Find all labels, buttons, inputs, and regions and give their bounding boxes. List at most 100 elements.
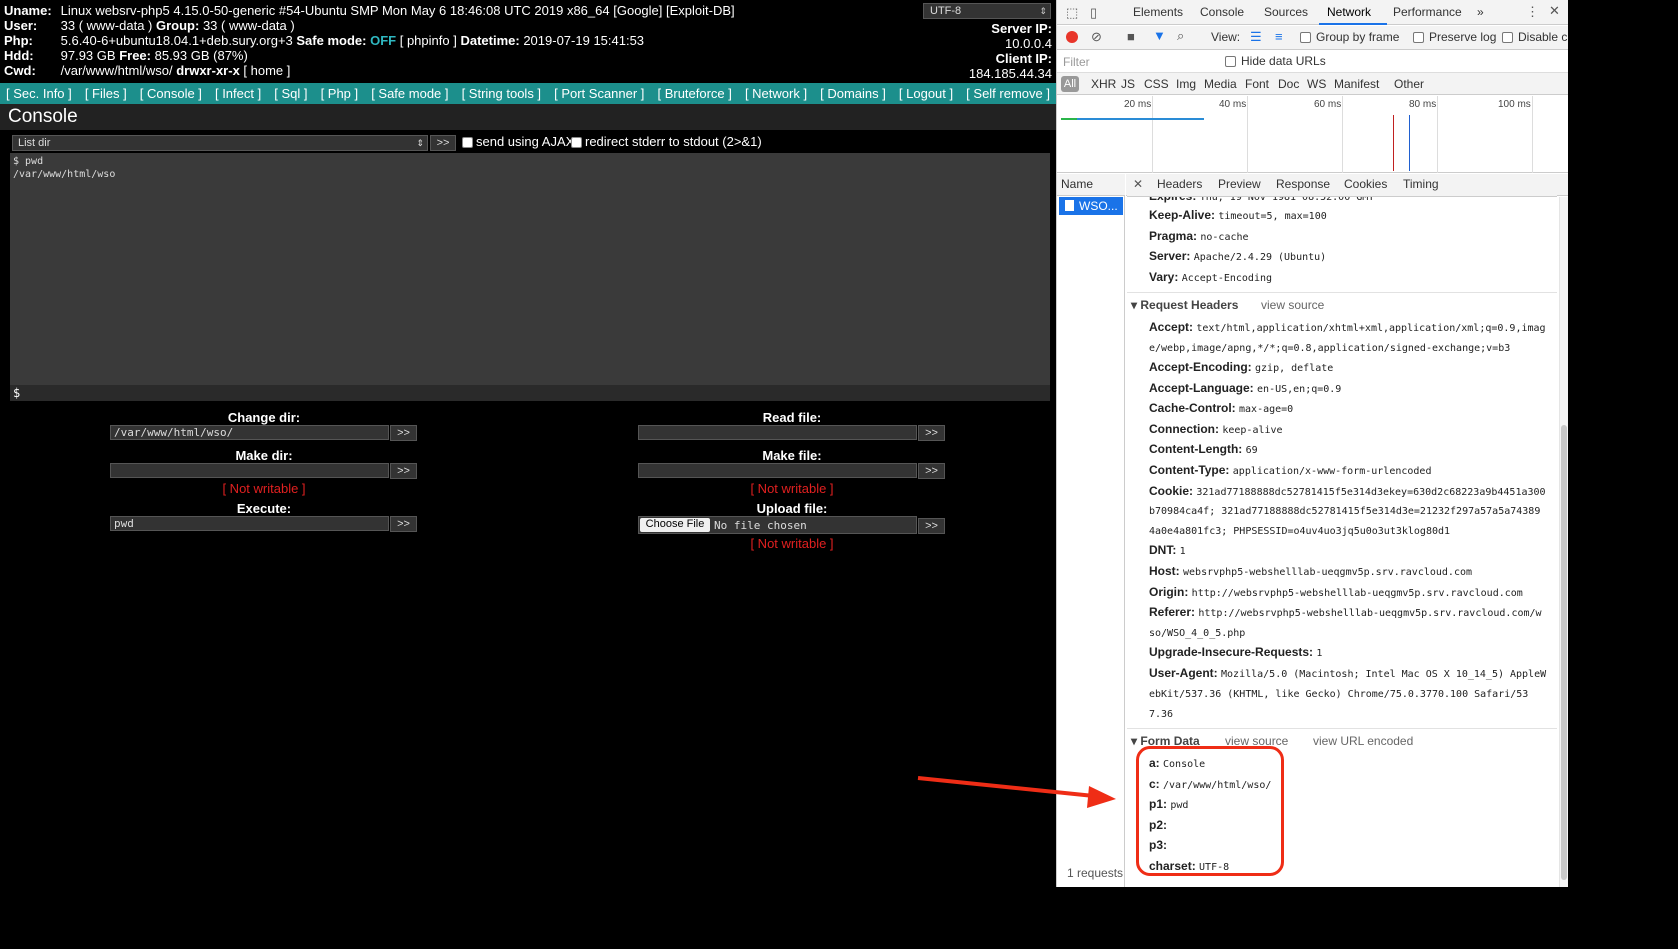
- home-link[interactable]: [ home ]: [243, 63, 290, 78]
- make-file-label: Make file:: [762, 448, 822, 463]
- execute-button[interactable]: >>: [390, 516, 417, 532]
- datetime-label: Datetime:: [460, 33, 520, 48]
- upload-file-button[interactable]: >>: [918, 518, 945, 534]
- list-view-icon[interactable]: ☰: [1250, 30, 1262, 44]
- camera-icon[interactable]: ■: [1127, 30, 1135, 44]
- request-headers-section[interactable]: ▾ Request Headers: [1131, 298, 1238, 312]
- header-value: gzip, deflate: [1255, 363, 1334, 374]
- disable-cache-checkbox[interactable]: [1502, 32, 1513, 43]
- type-all[interactable]: All: [1061, 76, 1079, 92]
- document-icon: [1065, 200, 1074, 211]
- charset-select[interactable]: UTF-8 ⇕: [923, 3, 1051, 19]
- tab-performance[interactable]: Performance: [1393, 5, 1462, 19]
- exploit-links[interactable]: [Google] [Exploit-DB]: [613, 3, 734, 18]
- change-dir-input[interactable]: /var/www/html/wso/: [110, 425, 389, 440]
- ajax-checkbox[interactable]: [462, 137, 473, 148]
- cwd-value[interactable]: /var/www/html/wso/: [61, 63, 173, 78]
- user-label: User:: [4, 18, 38, 33]
- phpinfo-link[interactable]: [ phpinfo ]: [400, 33, 457, 48]
- choose-file-button[interactable]: Choose File: [640, 518, 710, 532]
- console-prompt-input[interactable]: $: [10, 385, 1050, 401]
- close-detail-icon[interactable]: ✕: [1133, 177, 1143, 191]
- free-value: 85.93 GB (87%): [154, 48, 248, 63]
- hide-data-urls-label: Hide data URLs: [1241, 54, 1326, 68]
- form-data-view-url-encoded[interactable]: view URL encoded: [1313, 734, 1413, 748]
- tick-60ms: 60 ms: [1314, 99, 1342, 110]
- filter-icon[interactable]: ▼: [1153, 29, 1166, 43]
- tab-network[interactable]: Network: [1327, 5, 1371, 19]
- more-tabs-icon[interactable]: »: [1477, 5, 1484, 19]
- menu-domains[interactable]: [ Domains ]: [820, 86, 886, 101]
- menu-sec-info[interactable]: [ Sec. Info ]: [6, 86, 72, 101]
- make-file-input[interactable]: [638, 463, 917, 478]
- tab-elements[interactable]: Elements: [1133, 5, 1183, 19]
- read-file-button[interactable]: >>: [918, 425, 945, 441]
- type-ws[interactable]: WS: [1307, 77, 1326, 91]
- tab-cookies[interactable]: Cookies: [1344, 177, 1387, 191]
- request-list: [1057, 174, 1125, 887]
- read-file-input[interactable]: [638, 425, 917, 440]
- stderr-checkbox[interactable]: [571, 137, 582, 148]
- menu-console[interactable]: [ Console ]: [140, 86, 202, 101]
- group-by-frame-checkbox[interactable]: [1300, 32, 1311, 43]
- menu-self-remove[interactable]: [ Self remove ]: [966, 86, 1050, 101]
- safe-mode-label: Safe mode:: [296, 33, 367, 48]
- header-value: Apache/2.4.29 (Ubuntu): [1193, 252, 1327, 263]
- tab-timing[interactable]: Timing: [1403, 177, 1439, 191]
- name-column-header[interactable]: Name: [1057, 174, 1125, 196]
- record-icon[interactable]: [1066, 31, 1078, 43]
- menu-string-tools[interactable]: [ String tools ]: [462, 86, 541, 101]
- safe-mode-value: OFF: [370, 33, 397, 48]
- type-js[interactable]: JS: [1121, 77, 1135, 91]
- tab-response[interactable]: Response: [1276, 177, 1330, 191]
- type-font[interactable]: Font: [1245, 77, 1269, 91]
- make-file-button[interactable]: >>: [918, 463, 945, 479]
- type-img[interactable]: Img: [1176, 77, 1196, 91]
- kebab-menu-icon[interactable]: ⋮: [1526, 5, 1539, 19]
- menu-sql[interactable]: [ Sql ]: [274, 86, 307, 101]
- make-file-not-writable: [ Not writable ]: [750, 481, 834, 496]
- menu-infect[interactable]: [ Infect ]: [215, 86, 261, 101]
- change-dir-button[interactable]: >>: [390, 425, 417, 441]
- close-icon[interactable]: ✕: [1549, 4, 1560, 18]
- tab-headers[interactable]: Headers: [1157, 177, 1202, 191]
- alias-go-button[interactable]: >>: [430, 135, 456, 151]
- menu-files[interactable]: [ Files ]: [85, 86, 127, 101]
- request-row[interactable]: WSO...: [1059, 197, 1123, 215]
- hide-data-urls-checkbox[interactable]: [1225, 56, 1236, 67]
- filter-input[interactable]: Filter: [1063, 55, 1090, 69]
- menu-logout[interactable]: [ Logout ]: [899, 86, 953, 101]
- tab-preview[interactable]: Preview: [1218, 177, 1261, 191]
- menu-port-scanner[interactable]: [ Port Scanner ]: [554, 86, 644, 101]
- menu-bruteforce[interactable]: [ Bruteforce ]: [657, 86, 731, 101]
- view-label: View:: [1211, 30, 1241, 44]
- search-icon[interactable]: ⌕: [1177, 29, 1184, 43]
- menu-network[interactable]: [ Network ]: [745, 86, 807, 101]
- type-css[interactable]: CSS: [1144, 77, 1169, 91]
- type-doc[interactable]: Doc: [1278, 77, 1299, 91]
- console-output[interactable]: $ pwd /var/www/html/wso: [10, 153, 1050, 385]
- type-manifest[interactable]: Manifest: [1334, 77, 1379, 91]
- alias-select[interactable]: List dir ⇕: [12, 135, 428, 151]
- waterfall-view-icon[interactable]: ≡: [1275, 30, 1283, 44]
- device-toolbar-icon[interactable]: ▯: [1090, 6, 1097, 20]
- make-dir-button[interactable]: >>: [390, 463, 417, 479]
- header-key: Content-Length:: [1149, 442, 1243, 456]
- scrollbar-thumb[interactable]: [1561, 425, 1567, 880]
- menu-safe-mode[interactable]: [ Safe mode ]: [371, 86, 448, 101]
- type-other[interactable]: Other: [1394, 77, 1424, 91]
- load-event-line: [1393, 115, 1394, 171]
- devtools-panel: ⬚ ▯ Elements Console Sources Network Per…: [1056, 0, 1568, 887]
- clear-icon[interactable]: ⊘: [1091, 30, 1102, 44]
- tab-sources[interactable]: Sources: [1264, 5, 1308, 19]
- change-dir-label: Change dir:: [227, 410, 301, 425]
- menu-php[interactable]: [ Php ]: [321, 86, 359, 101]
- type-media[interactable]: Media: [1204, 77, 1237, 91]
- preserve-log-checkbox[interactable]: [1413, 32, 1424, 43]
- execute-input[interactable]: pwd: [110, 516, 389, 531]
- make-dir-input[interactable]: [110, 463, 389, 478]
- request-headers-view-source[interactable]: view source: [1261, 298, 1324, 312]
- inspect-element-icon[interactable]: ⬚: [1066, 6, 1078, 20]
- tab-console[interactable]: Console: [1200, 5, 1244, 19]
- type-xhr[interactable]: XHR: [1091, 77, 1116, 91]
